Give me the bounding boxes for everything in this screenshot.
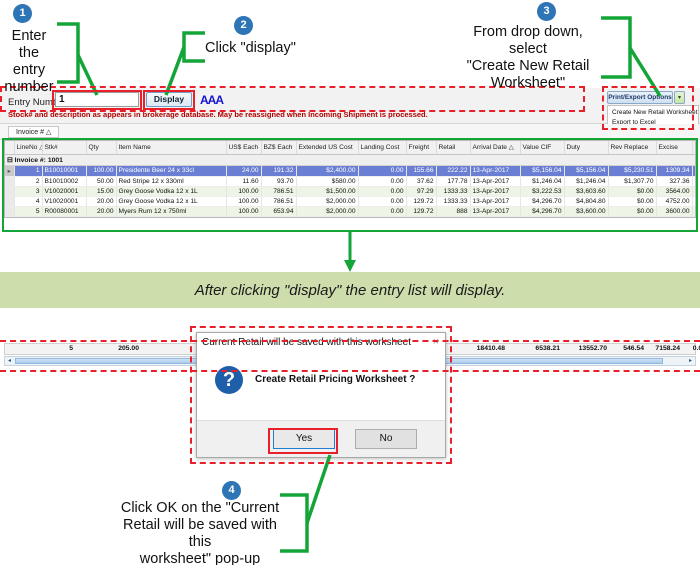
middle-callout-text: After clicking "display" the entry list … xyxy=(194,281,506,299)
grid-to-callout-arrowhead xyxy=(344,260,356,272)
footer-highlight-region xyxy=(0,340,700,372)
tab-invoice-number[interactable]: Invoice # △ xyxy=(8,126,60,138)
display-button-highlight xyxy=(143,90,195,110)
step4-bracket xyxy=(280,493,309,553)
step2-text: Click "display" xyxy=(205,40,296,56)
step1-text: Enter the entry number xyxy=(4,28,54,96)
screenshot-root: Entry Number 1 Display AAA Stock# and de… xyxy=(0,0,700,565)
yes-button-highlight xyxy=(268,428,338,454)
step-badge-3: 3 xyxy=(537,2,556,21)
step1-bracket xyxy=(57,22,80,84)
step3-text: From drop down, select "Create New Retai… xyxy=(466,24,590,92)
step4-leader xyxy=(305,454,332,524)
step-badge-2: 2 xyxy=(234,16,253,35)
step-badge-4: 4 xyxy=(222,481,241,500)
step2-bracket xyxy=(182,31,205,63)
step3-bracket xyxy=(601,16,632,79)
print-export-highlight-region xyxy=(602,86,694,130)
entry-input-highlight xyxy=(52,90,142,110)
step4-text: Click OK on the "Current Retail will be … xyxy=(120,500,280,565)
step-badge-1: 1 xyxy=(13,4,32,23)
grid-highlight-region xyxy=(2,138,698,232)
middle-callout-strip: After clicking "display" the entry list … xyxy=(0,272,700,308)
